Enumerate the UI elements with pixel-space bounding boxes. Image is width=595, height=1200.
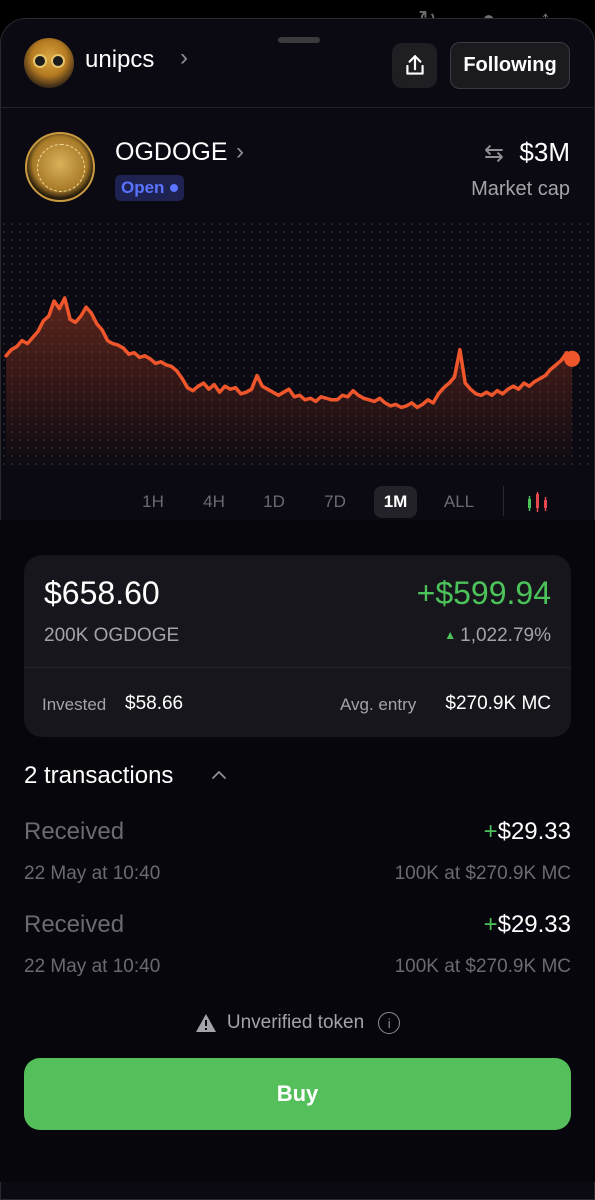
buy-button[interactable]: Buy [24, 1058, 571, 1130]
avg-entry-value: $270.9K MC [445, 693, 551, 714]
position-gain-percent: ▲ 1,022.79% [444, 625, 551, 647]
transaction-type: Received [24, 911, 125, 938]
position-amount: 200K OGDOGE [44, 625, 180, 646]
transaction-row[interactable]: Received +$29.33 22 May at 10:40 100K at… [24, 818, 571, 888]
up-triangle-icon: ▲ [444, 628, 457, 642]
amount-value: $29.33 [497, 818, 571, 845]
status-dot [170, 184, 179, 192]
gain-percent-value: 1,022.79% [460, 625, 551, 646]
transaction-amount: +$29.33 [484, 911, 571, 939]
range-all[interactable]: ALL [436, 486, 482, 518]
price-chart-svg [4, 296, 580, 470]
transaction-detail: 100K at $270.9K MC [394, 956, 571, 977]
following-button[interactable]: Following [450, 42, 570, 89]
chevron-right-icon[interactable]: › [180, 44, 188, 72]
token-logo [25, 132, 95, 202]
range-1h[interactable]: 1H [133, 486, 173, 518]
time-range-selector: 1H 4H 1D 7D 1M ALL [0, 482, 595, 522]
invested-value: $58.66 [125, 693, 184, 714]
chevron-right-icon[interactable]: › [236, 138, 244, 166]
transaction-date: 22 May at 10:40 [24, 863, 161, 884]
price-area-fill [6, 298, 572, 470]
transaction-detail: 100K at $270.9K MC [394, 863, 571, 884]
market-cap-value: $3M [519, 137, 570, 167]
warning-icon [195, 1014, 216, 1032]
amount-value: $29.33 [497, 911, 571, 938]
status-badge: Open [115, 175, 185, 201]
unverified-text: Unverified token [226, 1012, 365, 1033]
range-1m[interactable]: 1M [374, 486, 417, 518]
transactions-header[interactable]: 2 transactions [24, 762, 173, 790]
amount-sign: + [483, 818, 498, 845]
position-gain: +$599.94 [416, 575, 551, 611]
amount-sign: + [483, 911, 498, 938]
market-cap-label: Market cap [471, 178, 570, 200]
transaction-date: 22 May at 10:40 [24, 956, 161, 977]
token-name[interactable]: OGDOGE [115, 138, 228, 167]
swap-icon[interactable]: ⇆ [484, 139, 504, 168]
share-icon [405, 54, 424, 75]
chevron-up-icon[interactable] [212, 768, 226, 782]
transaction-type: Received [24, 818, 125, 845]
position-card: $658.60 +$599.94 200K OGDOGE ▲ 1,022.79% … [24, 555, 571, 737]
user-avatar[interactable] [24, 38, 74, 88]
range-divider [503, 486, 504, 516]
sheet-grabber[interactable] [278, 37, 320, 43]
share-button[interactable] [392, 43, 437, 88]
invested-label: Invested [42, 695, 107, 714]
username[interactable]: unipcs [85, 46, 154, 74]
avg-entry-label: Avg. entry [340, 695, 417, 714]
status-label: Open [121, 178, 165, 197]
transaction-row[interactable]: Received +$29.33 22 May at 10:40 100K at… [24, 911, 571, 981]
unverified-notice: Unverified token i [0, 1010, 595, 1036]
range-4h[interactable]: 4H [193, 486, 235, 518]
header-divider [0, 107, 595, 108]
info-icon[interactable]: i [378, 1012, 401, 1034]
range-1d[interactable]: 1D [254, 486, 294, 518]
price-chart[interactable] [0, 220, 595, 470]
candlestick-icon[interactable] [525, 490, 551, 516]
current-price-dot [564, 350, 580, 367]
range-7d[interactable]: 7D [314, 486, 356, 518]
card-divider [24, 667, 571, 668]
position-value: $658.60 [44, 575, 160, 611]
transaction-amount: +$29.33 [484, 818, 571, 846]
